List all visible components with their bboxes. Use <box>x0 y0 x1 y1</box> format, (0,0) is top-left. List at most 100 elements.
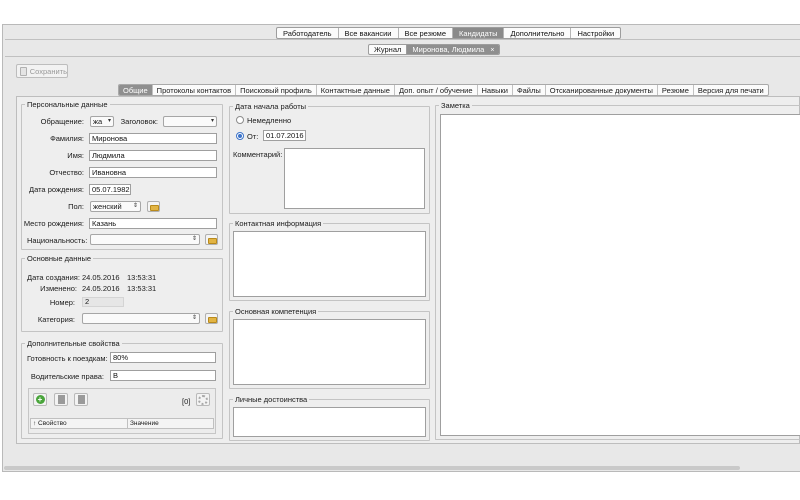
nationality-label: Национальность: <box>27 236 88 245</box>
candidate-subtabs: Общие Протоколы контактов Поисковый проф… <box>118 84 769 96</box>
group-title: Контактная информация <box>235 219 322 228</box>
contact-info-textarea[interactable] <box>233 231 426 297</box>
category-select[interactable]: ⇕ <box>82 313 200 324</box>
tab-resume[interactable]: Резюме <box>658 85 694 95</box>
divider <box>5 56 800 57</box>
header-label: Заголовок: <box>120 117 158 126</box>
birthdate-label: Дата рождения: <box>29 185 84 194</box>
birthplace-field[interactable]: Казань <box>89 218 217 229</box>
horizontal-scrollbar[interactable] <box>4 466 740 470</box>
doc-tab-journal[interactable]: Журнал <box>369 45 406 54</box>
comment-label: Комментарий: <box>233 150 283 159</box>
chevron-updown-icon: ⇕ <box>191 236 197 242</box>
document-icon <box>57 395 65 404</box>
tab-print-version[interactable]: Версия для печати <box>694 85 768 95</box>
folder-icon[interactable] <box>205 234 218 245</box>
category-label: Категория: <box>37 315 75 324</box>
property-count: [0] <box>182 397 191 406</box>
save-icon <box>20 66 27 76</box>
tab-contact-protocols[interactable]: Протоколы контактов <box>153 85 237 95</box>
folder-icon[interactable] <box>147 201 160 212</box>
license-field[interactable]: В <box>110 370 216 381</box>
divider <box>5 39 800 40</box>
folder-icon[interactable] <box>205 313 218 324</box>
tab-contact-data[interactable]: Контактные данные <box>317 85 395 95</box>
close-icon[interactable]: × <box>490 47 494 54</box>
from-date-field[interactable]: 01.07.2016 <box>263 130 306 141</box>
group-title: Личные достоинства <box>235 395 308 404</box>
chevron-down-icon: ▾ <box>210 118 214 124</box>
tab-extra-experience[interactable]: Доп. опыт / обучение <box>395 85 478 95</box>
from-label: От: <box>247 132 259 141</box>
chevron-updown-icon: ⇕ <box>132 203 138 209</box>
nav-tab-additional[interactable]: Дополнительно <box>504 28 572 38</box>
salutation-label: Обращение: <box>40 117 84 126</box>
travel-field[interactable]: 80% <box>110 352 216 363</box>
nav-tab-settings[interactable]: Настройки <box>571 28 620 38</box>
column-header-property[interactable]: ↑ Свойство <box>31 419 128 428</box>
settings-button[interactable] <box>196 393 210 406</box>
group-title: Персональные данные <box>27 100 108 109</box>
license-label: Водительские права: <box>30 372 104 381</box>
add-property-button[interactable]: + <box>33 393 47 406</box>
firstname-field[interactable]: Людмила <box>89 150 217 161</box>
save-button[interactable]: Сохранить <box>16 64 68 78</box>
doc-tab-candidate[interactable]: Миронова, Людмила × <box>406 45 500 54</box>
tab-search-profile[interactable]: Поисковый профиль <box>236 85 317 95</box>
gender-value: женский <box>93 202 122 211</box>
changed-date: 24.05.2016 <box>82 284 120 293</box>
tab-files[interactable]: Файлы <box>513 85 546 95</box>
immediately-radio[interactable] <box>236 116 244 124</box>
nav-tab-all-resumes[interactable]: Все резюме <box>399 28 453 38</box>
nav-tab-candidates[interactable]: Кандидаты <box>453 28 505 38</box>
header-select[interactable]: ▾ <box>163 116 217 127</box>
group-title: Основные данные <box>27 254 92 263</box>
birthplace-label: Место рождения: <box>23 219 84 228</box>
group-title: Заметка <box>441 101 470 110</box>
properties-table-header: ↑ Свойство Значение <box>30 418 214 429</box>
firstname-label: Имя: <box>67 151 84 160</box>
number-label: Номер: <box>49 298 75 307</box>
travel-label: Готовность к поездкам: <box>27 354 108 363</box>
column-header-value[interactable]: Значение <box>128 419 213 428</box>
created-label: Дата создания: <box>27 273 80 282</box>
gender-select[interactable]: женский ⇕ <box>90 201 141 212</box>
delete-property-button[interactable] <box>74 393 88 406</box>
nav-tab-employer[interactable]: Работодатель <box>277 28 339 38</box>
doc-tab-candidate-label: Миронова, Людмила <box>412 45 485 54</box>
immediately-label: Немедленно <box>247 116 292 125</box>
note-textarea[interactable] <box>440 114 800 436</box>
core-competence-textarea[interactable] <box>233 319 426 385</box>
document-tabs: Журнал Миронова, Людмила × <box>368 44 501 55</box>
patronymic-label: Отчество: <box>49 168 84 177</box>
changed-time: 13:53:31 <box>127 284 157 293</box>
gender-label: Пол: <box>68 202 84 211</box>
salutation-value: жа <box>93 117 103 126</box>
chevron-updown-icon: ⇕ <box>191 315 197 321</box>
tab-general[interactable]: Общие <box>119 85 153 95</box>
nav-tab-all-vacancies[interactable]: Все вакансии <box>339 28 399 38</box>
plus-icon: + <box>35 395 45 404</box>
from-date-radio[interactable] <box>236 132 244 140</box>
group-title: Дополнительные свойства <box>27 339 120 348</box>
group-title: Дата начала работы <box>235 102 307 111</box>
comment-textarea[interactable] <box>284 148 425 209</box>
group-title: Основная компетенция <box>235 307 317 316</box>
save-button-label: Сохранить <box>29 66 67 76</box>
lastname-field[interactable]: Миронова <box>89 133 217 144</box>
trash-icon <box>77 395 85 404</box>
main-navigation: Работодатель Все вакансии Все резюме Кан… <box>276 27 622 39</box>
tab-skills[interactable]: Навыки <box>478 85 513 95</box>
salutation-select[interactable]: жа ▾ <box>90 116 114 127</box>
personal-merits-textarea[interactable] <box>233 407 426 437</box>
patronymic-field[interactable]: Ивановна <box>89 167 217 178</box>
birthdate-field[interactable]: 05.07.1982 <box>89 184 131 195</box>
gear-icon <box>198 394 208 405</box>
lastname-label: Фамилия: <box>50 134 84 143</box>
edit-property-button[interactable] <box>54 393 68 406</box>
nationality-select[interactable]: ⇕ <box>90 234 200 245</box>
created-date: 24.05.2016 <box>82 273 120 282</box>
changed-label: Изменено: <box>40 284 77 293</box>
tab-scanned-documents[interactable]: Отсканированные документы <box>546 85 658 95</box>
chevron-down-icon: ▾ <box>107 118 111 124</box>
